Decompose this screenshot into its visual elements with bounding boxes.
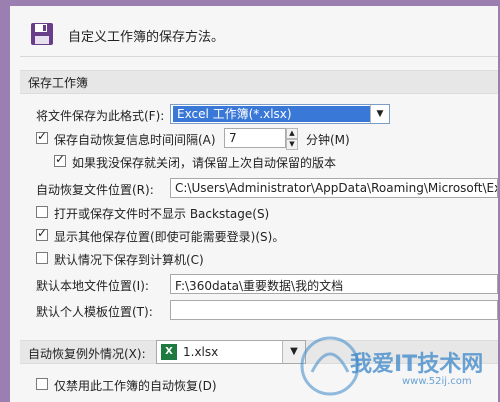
watermark-url: www.52ij.com (402, 376, 472, 387)
section-title: 保存工作簿 (28, 76, 89, 90)
watermark-text: 我爱IT技术网 (350, 352, 484, 377)
format-value: Excel 工作簿(*.xlsx) (173, 106, 370, 122)
no-backstage-checkbox[interactable] (36, 206, 48, 218)
save-to-computer-checkbox[interactable] (36, 252, 48, 264)
autorecover-location-label: 自动恢复文件位置(R): (36, 183, 154, 197)
exception-workbook-name: 1.xlsx (183, 345, 219, 359)
default-local-location-input[interactable]: F:\360data\重要数据\我的文档 (170, 274, 498, 294)
autorecover-label: 保存自动恢复信息时间间隔(A) (54, 133, 216, 147)
save-to-computer-label: 默认情况下保存到计算机(C) (54, 253, 204, 267)
keep-last-version-label: 如果我没保存就关闭，请保留上次自动保留的版本 (72, 156, 337, 170)
autorecover-checkbox[interactable] (36, 129, 48, 144)
minutes-spinner[interactable]: ▲ ▼ (286, 128, 298, 150)
default-template-location-label: 默认个人模板位置(T): (36, 305, 153, 319)
section-header-save: 保存工作簿 (20, 70, 498, 94)
excel-options-save-panel: 自定义工作簿的保存方法。 保存工作簿 将文件保存为此格式(F): Excel 工… (10, 6, 498, 402)
autorecover-minutes-input[interactable]: 7 (224, 128, 286, 148)
header-description: 自定义工作簿的保存方法。 (68, 30, 225, 45)
default-template-location-input[interactable] (170, 300, 498, 320)
default-local-location-label: 默认本地文件位置(I): (36, 279, 149, 293)
show-other-locations-label: 显示其他保存位置(即使可能需要登录)(S)。 (54, 230, 285, 244)
save-floppy-icon (31, 23, 53, 45)
minutes-unit-label: 分钟(M) (306, 133, 350, 147)
divider (20, 56, 498, 57)
autorecover-location-input[interactable]: C:\Users\Administrator\AppData\Roaming\M… (170, 178, 498, 198)
chevron-down-icon[interactable]: ▼ (370, 105, 389, 123)
format-dropdown[interactable]: Excel 工作簿(*.xlsx) ▼ (170, 104, 390, 124)
spin-up-icon[interactable]: ▲ (286, 128, 298, 139)
disable-autorecover-label: 仅禁用此工作簿的自动恢复(D) (54, 379, 217, 393)
keep-last-version-checkbox[interactable] (54, 152, 66, 167)
format-label: 将文件保存为此格式(F): (36, 109, 165, 123)
disable-autorecover-checkbox[interactable] (36, 378, 48, 390)
no-backstage-label: 打开或保存文件时不显示 Backstage(S) (54, 207, 270, 221)
spin-down-icon[interactable]: ▼ (286, 139, 298, 150)
exception-workbook-dropdown[interactable]: X 1.xlsx ▼ (156, 340, 306, 364)
show-other-locations-checkbox[interactable] (36, 226, 48, 241)
exceptions-label: 自动恢复例外情况(X): (28, 347, 146, 361)
excel-file-icon: X (161, 344, 177, 360)
